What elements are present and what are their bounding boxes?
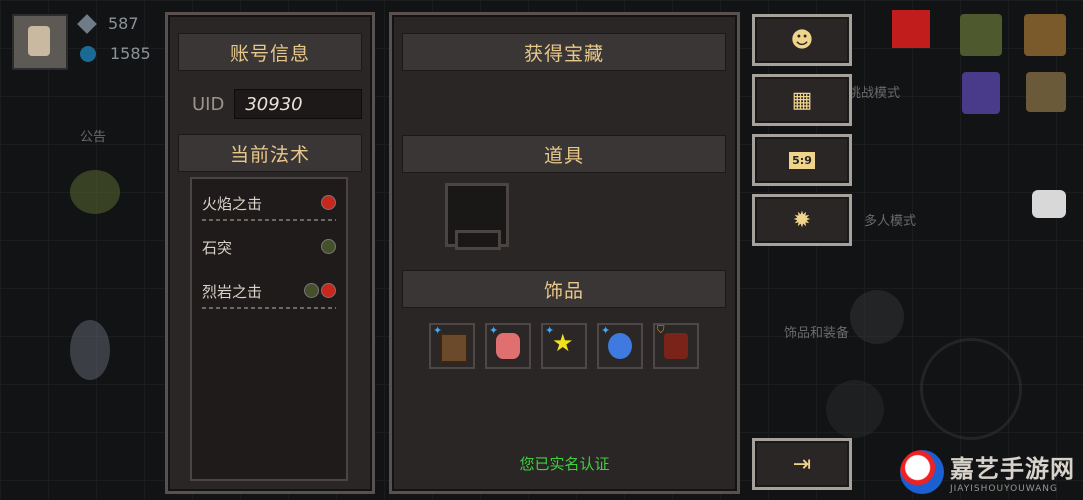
headset-icon: ☻ [790, 27, 814, 53]
gem-icon [77, 13, 97, 34]
spell-item[interactable]: 石突 [202, 231, 336, 271]
gem-count: 587 [108, 14, 139, 33]
gear-icon: ✹ [792, 207, 812, 233]
coin-count: 1585 [110, 44, 151, 63]
star-badge-icon: ✦ [545, 324, 555, 337]
joystick[interactable] [920, 338, 1022, 440]
customer-service-button[interactable]: ☻ [752, 14, 852, 66]
uid-row: UID 30930 [192, 89, 363, 119]
meat-icon [496, 333, 520, 359]
gift-box-icon[interactable] [962, 72, 1000, 114]
treasure-panel: 获得宝藏 道具 饰品 ✦ ✦ ★ ✦ ✦ ⛉ 您已实名认证 [389, 12, 740, 494]
account-panel: 账号信息 UID 30930 当前法术 火焰之击 石突 烈岩之击 [165, 12, 375, 494]
treasure-title: 获得宝藏 [402, 33, 726, 71]
announcement-label[interactable]: 公告 [80, 126, 106, 145]
verified-status: 您已实名认证 [519, 455, 610, 473]
star-badge-icon: ✦ [601, 324, 611, 337]
fire-element-icon [321, 283, 336, 298]
spell-name: 火焰之击 [202, 195, 263, 213]
watermark-logo-icon [900, 449, 944, 494]
spell-name: 烈岩之击 [202, 283, 263, 301]
watermark: 嘉艺手游网 JIAYISHOUYOUWANG [900, 449, 1075, 494]
fire-element-icon [321, 195, 336, 210]
npc-sprite [70, 170, 120, 214]
energy-icon [80, 45, 96, 62]
accessories-gear-label[interactable]: 饰品和装备 [784, 322, 849, 341]
settings-button[interactable]: ✹ [752, 194, 852, 246]
accessory-slot[interactable]: ✦ [485, 323, 531, 369]
accessory-slot[interactable]: ✦ [429, 323, 475, 369]
gem-counter: 587 [77, 13, 139, 34]
blue-gem-icon [608, 333, 632, 359]
accessories-title: 饰品 [402, 270, 726, 308]
skill-button[interactable] [850, 290, 904, 344]
spell-item[interactable]: 烈岩之击 [202, 275, 336, 315]
multiplayer-mode-label[interactable]: 多人模式 [864, 210, 916, 229]
empty-item-slot[interactable] [445, 183, 509, 250]
accessory-slot[interactable]: ✦ [597, 323, 643, 369]
exit-icon: ⇥ [792, 451, 812, 477]
logout-button[interactable]: ⇥ [752, 438, 852, 490]
spell-name: 石突 [202, 239, 233, 257]
ticket-icon: 5:9 [789, 151, 815, 169]
uid-label: UID [192, 93, 225, 115]
earth-element-icon [304, 283, 319, 298]
divider [202, 307, 336, 309]
npc-sprite [70, 320, 110, 380]
star-icon: ★ [552, 329, 574, 357]
shield-badge-icon: ⛉ [657, 325, 665, 336]
accessory-slot[interactable]: ⛉ [653, 323, 699, 369]
uid-value: 30930 [234, 89, 363, 119]
spell-item[interactable]: 火焰之击 [202, 187, 336, 227]
accessory-row: ✦ ✦ ★ ✦ ✦ ⛉ [429, 323, 699, 369]
gift-button[interactable]: ▦ [752, 74, 852, 126]
accessory-slot[interactable]: ★ ✦ [541, 323, 587, 369]
chat-bubble-icon[interactable] [1032, 190, 1066, 218]
tent-icon[interactable] [1026, 72, 1066, 112]
spells-title: 当前法术 [178, 134, 362, 172]
watermark-title: 嘉艺手游网 [950, 455, 1075, 483]
challenge-mode-label[interactable]: 挑战模式 [848, 82, 900, 101]
coin-counter: 1585 [80, 44, 151, 63]
book-icon [440, 333, 468, 363]
character-icon[interactable] [1024, 14, 1066, 56]
attack-button[interactable] [826, 380, 884, 438]
potion-icon [664, 333, 688, 359]
menu-stack-icon[interactable] [960, 14, 1002, 56]
divider [202, 219, 336, 221]
star-badge-icon: ✦ [489, 324, 499, 337]
spell-list: 火焰之击 石突 烈岩之击 [190, 177, 348, 481]
watermark-subtitle: JIAYISHOUYOUWANG [950, 484, 1059, 494]
account-title: 账号信息 [178, 33, 362, 71]
ticket-button[interactable]: 5:9 [752, 134, 852, 186]
earth-element-icon [321, 239, 336, 254]
star-badge-icon: ✦ [433, 324, 443, 337]
player-avatar[interactable] [12, 14, 68, 70]
props-title: 道具 [402, 135, 726, 173]
close-x-icon[interactable] [892, 10, 930, 48]
gift-icon: ▦ [791, 87, 813, 113]
